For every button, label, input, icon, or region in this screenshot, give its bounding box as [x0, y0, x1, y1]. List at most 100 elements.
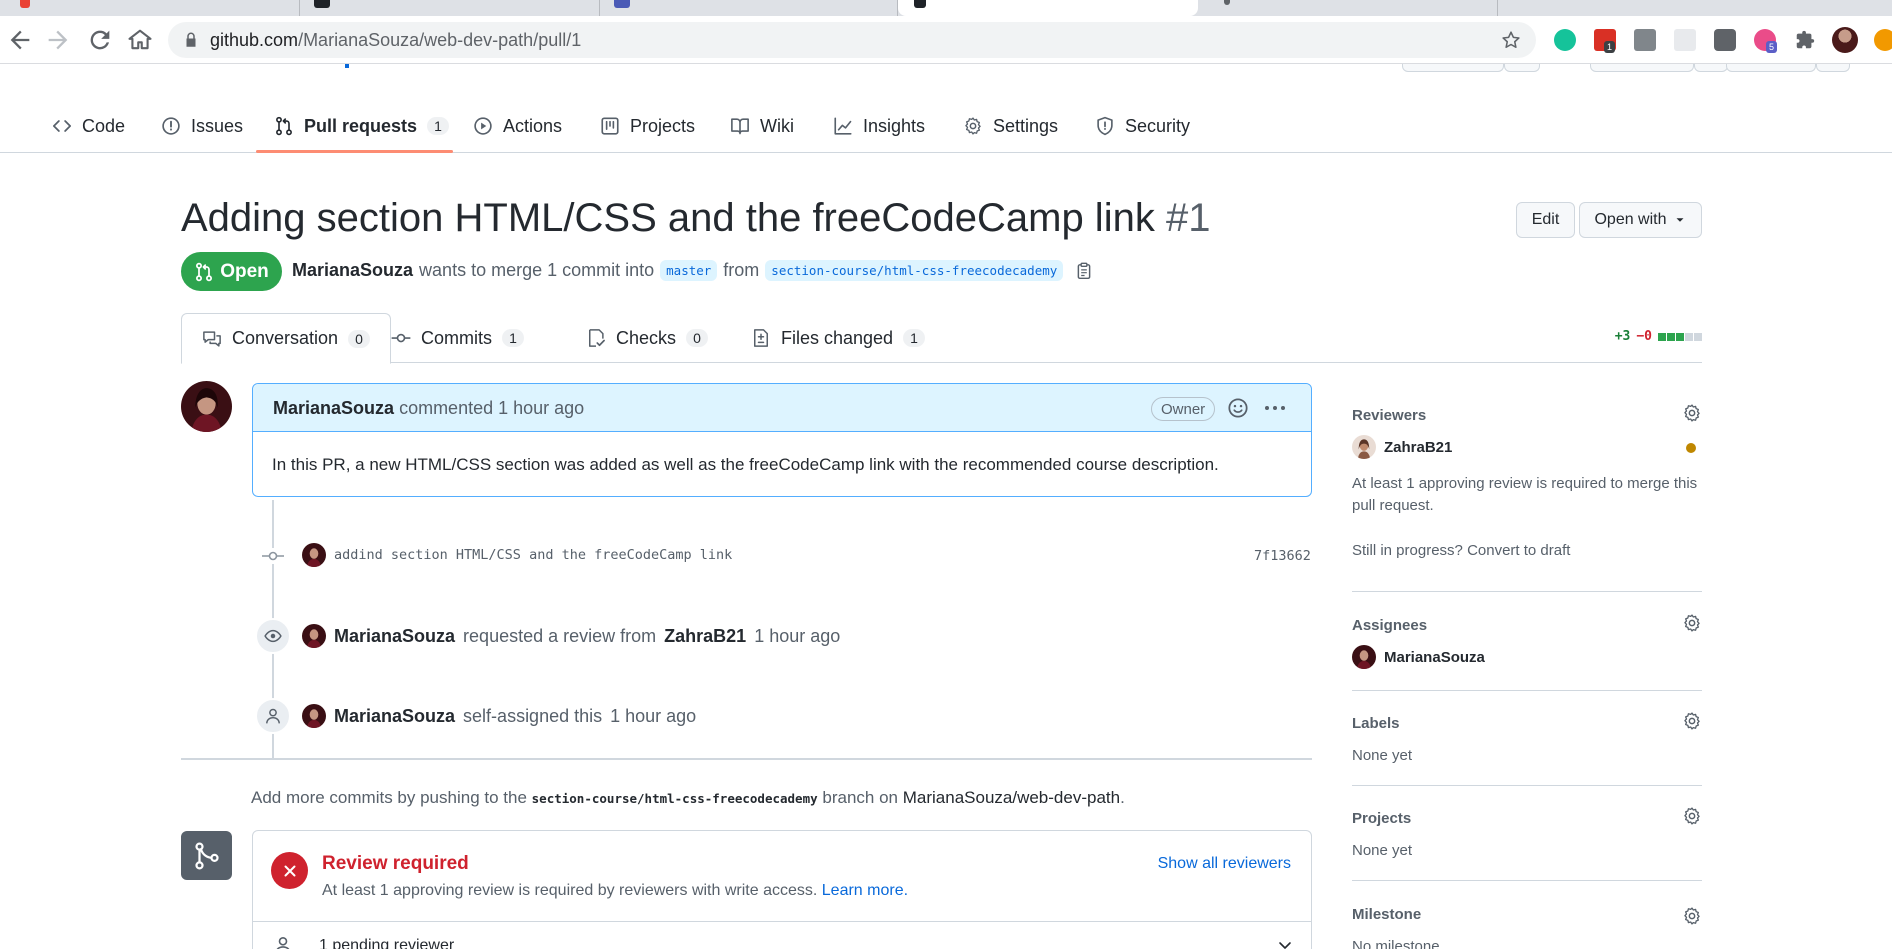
kebab-horizontal-icon[interactable] — [1263, 397, 1287, 419]
fork-button-stub[interactable] — [1726, 64, 1816, 72]
actor-link[interactable]: MarianaSouza — [334, 626, 455, 647]
watch-button-stub[interactable] — [1402, 64, 1504, 72]
learn-more-link[interactable]: Learn more. — [822, 882, 908, 899]
smiley-icon[interactable] — [1227, 397, 1249, 419]
camera-extension-icon[interactable] — [1714, 29, 1736, 51]
home-button[interactable] — [126, 26, 154, 54]
browser-tab[interactable] — [0, 0, 300, 16]
repo-nav-issues[interactable]: Issues — [161, 108, 243, 144]
repo-nav-actions[interactable]: Actions — [473, 108, 562, 144]
repo-nav-wiki[interactable]: Wiki — [730, 108, 794, 144]
actor-avatar[interactable] — [302, 624, 326, 648]
tab-commits[interactable]: Commits 1 — [371, 313, 544, 363]
pr-state-label: Open — [220, 260, 269, 282]
reviewers-heading[interactable]: Reviewers — [1352, 407, 1426, 424]
reload-icon — [90, 30, 110, 50]
git-merge-icon — [194, 841, 219, 869]
timeline-end-divider — [181, 758, 1312, 760]
commit-author-avatar[interactable] — [302, 543, 326, 567]
actor-link[interactable]: MarianaSouza — [334, 706, 455, 727]
comment-action: commented — [399, 398, 494, 418]
url-text[interactable]: github.com/MarianaSouza/web-dev-path/pul… — [210, 30, 581, 51]
repo-nav-settings[interactable]: Settings — [963, 108, 1058, 144]
back-button[interactable] — [6, 26, 34, 54]
repo-nav-label: Projects — [630, 115, 696, 136]
reviewer-link[interactable]: ZahraB21 — [664, 626, 746, 647]
labels-heading[interactable]: Labels — [1352, 715, 1400, 732]
tab-favicon-icon — [614, 0, 630, 8]
extensions-puzzle-icon[interactable] — [1794, 29, 1816, 51]
comment-author-avatar[interactable] — [181, 381, 232, 432]
repo-nav-label: Wiki — [760, 115, 794, 136]
reviewer-entry[interactable]: ZahraB21 — [1352, 435, 1452, 459]
repo-nav-security[interactable]: Security — [1095, 108, 1190, 144]
chevron-down-icon[interactable] — [1277, 937, 1293, 949]
comment-timestamp[interactable]: 1 hour ago — [498, 398, 584, 418]
browser-tab[interactable] — [1198, 0, 1498, 16]
pull-request-icon — [196, 262, 213, 281]
browser-tab[interactable] — [600, 0, 898, 16]
star-button-stub[interactable] — [1590, 64, 1694, 72]
repo-nav-label: Actions — [503, 115, 563, 136]
repo-nav-insights[interactable]: Insights — [833, 108, 925, 144]
head-branch-label[interactable]: section-course/html-css-freecodecademy — [765, 260, 1064, 281]
actor-avatar[interactable] — [302, 704, 326, 728]
pending-review-dot-icon — [1686, 443, 1696, 453]
show-all-reviewers-link[interactable]: Show all reviewers — [1158, 855, 1291, 873]
star-count-stub[interactable] — [1694, 64, 1728, 72]
clipboard-copy-icon[interactable] — [1075, 262, 1093, 280]
event-timestamp[interactable]: 1 hour ago — [610, 706, 696, 727]
event-timestamp[interactable]: 1 hour ago — [754, 626, 840, 647]
projects-heading[interactable]: Projects — [1352, 810, 1411, 827]
assignees-gear-icon[interactable] — [1682, 613, 1702, 633]
push-hint-repo-link[interactable]: MarianaSouza/web-dev-path — [903, 788, 1120, 807]
book-icon — [731, 118, 749, 135]
calendar-extension-icon[interactable]: 1 — [1594, 29, 1616, 53]
tab-checks[interactable]: Checks 0 — [566, 313, 728, 363]
project-icon — [601, 117, 619, 135]
commit-message-link[interactable]: addind section HTML/CSS and the freeCode… — [334, 547, 732, 563]
drive-extension-icon[interactable] — [1634, 29, 1656, 51]
forward-button[interactable] — [44, 26, 72, 54]
pr-author-link[interactable]: MarianaSouza — [292, 260, 413, 281]
projects-gear-icon[interactable] — [1682, 806, 1702, 826]
profile-avatar[interactable] — [1832, 27, 1858, 53]
edit-button-label: Edit — [1531, 211, 1560, 228]
open-with-button[interactable]: Open with — [1579, 202, 1702, 238]
tab-files-changed[interactable]: Files changed 1 — [731, 313, 945, 363]
repo-nav-projects[interactable]: Projects — [600, 108, 695, 144]
blank-extension-icon[interactable] — [1674, 29, 1696, 51]
grammarly-extension-icon[interactable] — [1554, 29, 1576, 51]
tab-conversation[interactable]: Conversation 0 — [181, 313, 392, 364]
dribbble-extension-icon[interactable]: 5 — [1754, 29, 1778, 53]
comment-author-link[interactable]: MarianaSouza — [273, 398, 394, 418]
repo-nav-pull-requests[interactable]: Pull requests 1 — [274, 108, 450, 144]
reviewers-gear-icon[interactable] — [1682, 403, 1702, 423]
play-icon — [474, 117, 492, 135]
labels-gear-icon[interactable] — [1682, 711, 1702, 731]
convert-to-draft-link[interactable]: Convert to draft — [1467, 542, 1570, 559]
browser-tab-active[interactable] — [898, 0, 1198, 16]
commit-sha-link[interactable]: 7f13662 — [1254, 548, 1311, 564]
push-hint-suffix: . — [1120, 788, 1125, 807]
watch-dropdown-stub[interactable] — [1504, 64, 1540, 72]
base-branch-label[interactable]: master — [660, 260, 718, 281]
edit-title-button[interactable]: Edit — [1516, 202, 1575, 238]
address-bar[interactable]: github.com/MarianaSouza/web-dev-path/pul… — [168, 22, 1536, 58]
reload-button[interactable] — [86, 26, 114, 54]
repo-navigation: Code Issues Pull requests 1 Actions Proj… — [0, 64, 1892, 153]
milestone-gear-icon[interactable] — [1682, 906, 1702, 926]
labels-value: None yet — [1352, 747, 1413, 764]
browser-tab[interactable] — [300, 0, 600, 16]
bookmark-star-icon[interactable] — [1500, 29, 1522, 51]
milestone-heading[interactable]: Milestone — [1352, 906, 1421, 923]
assignee-entry[interactable]: MarianaSouza — [1352, 645, 1485, 669]
repo-nav-code[interactable]: Code — [52, 108, 125, 144]
assignees-heading[interactable]: Assignees — [1352, 617, 1427, 634]
pending-reviewers[interactable]: 1 pending reviewer — [319, 937, 454, 949]
sidebar-divider — [1352, 690, 1702, 691]
fork-count-stub[interactable] — [1816, 64, 1850, 72]
sidebar-labels: Labels None yet — [1352, 712, 1702, 765]
extension-icon[interactable] — [1874, 29, 1892, 51]
tab-favicon-icon — [1224, 0, 1230, 5]
